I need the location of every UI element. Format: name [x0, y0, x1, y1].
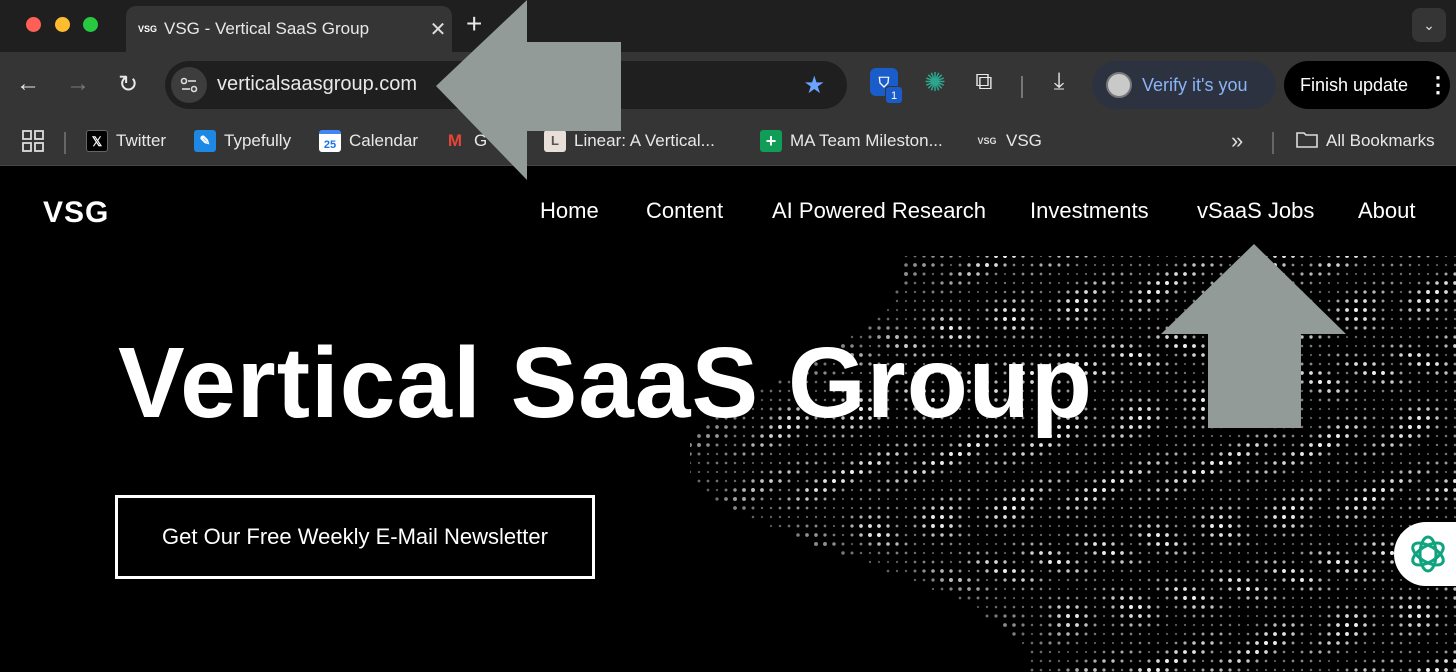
linear-icon: L	[544, 130, 566, 152]
nav-home[interactable]: Home	[540, 198, 599, 224]
close-window-button[interactable]	[26, 17, 41, 32]
browser-toolbar: ← → ↻ verticalsaasgroup.com ★ ⛉ ✺ ⧉ ⤓ Ve…	[0, 52, 1456, 118]
all-bookmarks-label: All Bookmarks	[1326, 131, 1435, 150]
bookmark-separator	[1272, 132, 1274, 154]
address-bar[interactable]: verticalsaasgroup.com ★	[165, 61, 847, 109]
extension-badge: 1	[885, 86, 903, 104]
menu-kebab-icon[interactable]: ⋮	[1426, 72, 1450, 98]
gmail-icon: M	[447, 131, 463, 150]
bookmark-calendar[interactable]: 25 Calendar	[319, 126, 418, 156]
vsg-icon: VSG	[977, 136, 997, 146]
bookmark-typefully[interactable]: ✎ Typefully	[194, 126, 291, 156]
tab-search-button[interactable]: ⌄	[1412, 8, 1446, 42]
newsletter-cta-button[interactable]: Get Our Free Weekly E-Mail Newsletter	[115, 495, 595, 579]
url-text[interactable]: verticalsaasgroup.com	[217, 73, 417, 96]
bookmark-label: Twitter	[116, 131, 167, 150]
fullscreen-window-button[interactable]	[83, 17, 98, 32]
bookmark-twitter[interactable]: 𝕏 Twitter	[86, 126, 166, 156]
web-page: VSG Home Content AI Powered Research Inv…	[0, 166, 1456, 672]
avatar	[1106, 72, 1132, 98]
bookmarks-overflow-icon[interactable]: »	[1231, 126, 1243, 156]
nav-about[interactable]: About	[1358, 198, 1416, 224]
finish-update-label: Finish update	[1300, 74, 1409, 95]
bookmark-gmail[interactable]: M G	[444, 126, 487, 156]
calendar-icon: 25	[319, 130, 341, 152]
nav-investments[interactable]: Investments	[1030, 198, 1149, 224]
hero-title: Vertical SaaS Group	[118, 327, 1093, 439]
nav-vsaas-jobs[interactable]: vSaaS Jobs	[1197, 198, 1314, 224]
sheets-icon: +	[760, 130, 782, 152]
bookmark-separator	[64, 132, 66, 154]
forward-button[interactable]: →	[63, 70, 93, 98]
bookmark-label: Linear: A Vertical...	[574, 131, 715, 150]
back-button[interactable]: ←	[13, 70, 43, 98]
bookmark-label: G	[474, 131, 488, 150]
bookmark-star-icon[interactable]: ★	[803, 71, 825, 100]
minimize-window-button[interactable]	[55, 17, 70, 32]
bookmark-label: Typefully	[224, 131, 292, 150]
verify-profile-button[interactable]: Verify it's you	[1092, 61, 1276, 109]
nav-ai-powered-research[interactable]: AI Powered Research	[772, 198, 986, 224]
bookmark-linear[interactable]: L Linear: A Vertical...	[544, 126, 715, 156]
nav-content[interactable]: Content	[646, 198, 723, 224]
browser-tab-active[interactable]: VSG VSG - Vertical SaaS Group ✕	[126, 6, 452, 52]
x-logo-icon: 𝕏	[86, 130, 108, 152]
all-bookmarks-button[interactable]: All Bookmarks	[1296, 126, 1435, 156]
site-logo[interactable]: VSG	[43, 196, 109, 230]
apps-grid-icon[interactable]	[22, 126, 44, 156]
newsletter-cta-label: Get Our Free Weekly E-Mail Newsletter	[162, 524, 548, 549]
extensions-puzzle-icon[interactable]: ⧉	[970, 68, 998, 96]
bookmark-label: VSG	[1006, 131, 1042, 150]
finish-update-button[interactable]: Finish update ⋮	[1284, 61, 1450, 109]
tab-strip: VSG VSG - Vertical SaaS Group ✕ + ⌄	[0, 0, 1456, 52]
vsg-favicon-icon: VSG	[138, 24, 158, 34]
new-tab-button[interactable]: +	[466, 8, 482, 40]
folder-icon	[1296, 130, 1318, 152]
toolbar-divider	[1021, 76, 1023, 98]
tab-title: VSG - Vertical SaaS Group	[164, 19, 370, 38]
dot-pattern-background	[690, 256, 1456, 672]
chatgpt-extension-icon[interactable]: ✺	[921, 68, 949, 96]
bookmarks-bar: 𝕏 Twitter ✎ Typefully 25 Calendar M G L …	[0, 118, 1456, 166]
bookmark-vsg[interactable]: VSG VSG	[976, 126, 1042, 156]
reload-button[interactable]: ↻	[113, 70, 143, 99]
close-tab-icon[interactable]: ✕	[424, 17, 452, 42]
bookmark-label: MA Team Mileston...	[790, 131, 943, 150]
download-icon[interactable]: ⤓	[1045, 68, 1073, 96]
chat-widget-button[interactable]	[1394, 522, 1456, 586]
verify-label: Verify it's you	[1142, 74, 1248, 95]
site-info-icon[interactable]	[171, 67, 207, 103]
openai-logo-icon	[1411, 535, 1445, 573]
bookmark-ma-team[interactable]: + MA Team Mileston...	[760, 126, 943, 156]
bookmark-label: Calendar	[349, 131, 418, 150]
typefully-icon: ✎	[194, 130, 216, 152]
